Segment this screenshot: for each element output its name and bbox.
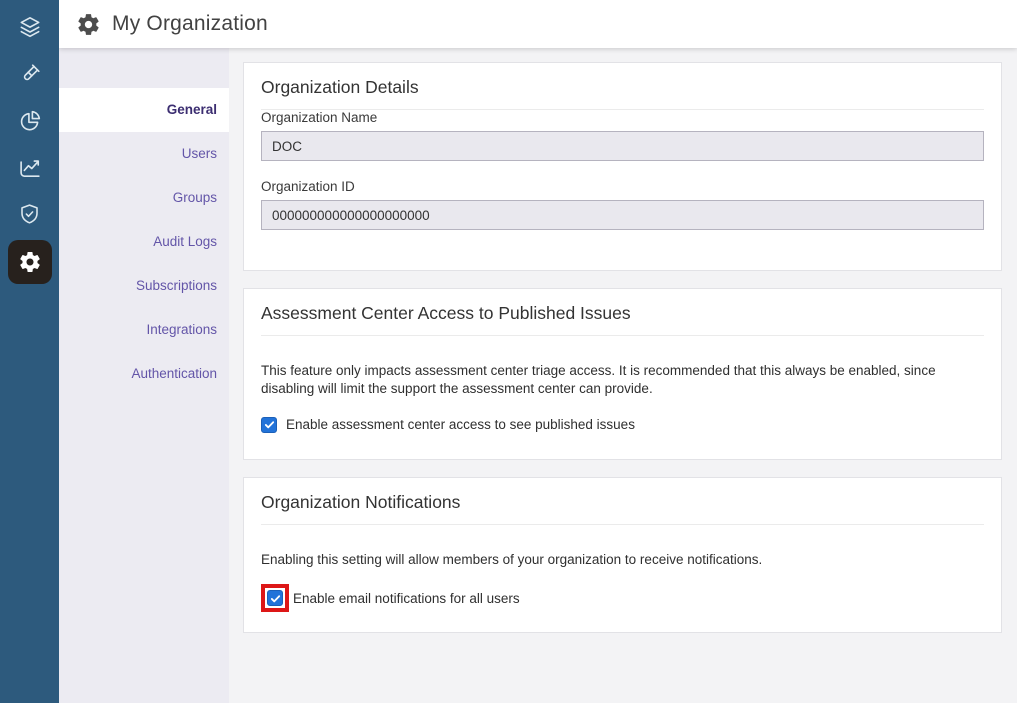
divider [261, 524, 984, 525]
assessment-access-description: This feature only impacts assessment cen… [261, 362, 984, 398]
card-assessment-access: Assessment Center Access to Published Is… [243, 288, 1002, 460]
assessment-access-checkbox-row: Enable assessment center access to see p… [261, 417, 984, 433]
rail-item-layers[interactable] [0, 3, 59, 50]
email-notifications-checkbox[interactable] [267, 590, 283, 606]
nav-item-groups[interactable]: Groups [59, 176, 229, 220]
organization-id-field: Organization ID [261, 179, 984, 230]
rail-item-shield[interactable] [0, 191, 59, 238]
page-title: My Organization [112, 12, 268, 36]
card-title: Assessment Center Access to Published Is… [261, 303, 984, 324]
main-content: Organization Details Organization Name O… [229, 48, 1017, 703]
settings-subnav: General Users Groups Audit Logs Subscrip… [59, 48, 229, 703]
line-chart-icon [17, 155, 43, 181]
nav-item-subscriptions[interactable]: Subscriptions [59, 264, 229, 308]
nav-item-users[interactable]: Users [59, 132, 229, 176]
assessment-access-checkbox-label: Enable assessment center access to see p… [286, 417, 635, 432]
nav-item-integrations[interactable]: Integrations [59, 308, 229, 352]
organization-name-input[interactable] [261, 131, 984, 161]
pie-chart-icon [17, 108, 43, 134]
nav-item-general[interactable]: General [59, 88, 229, 132]
nav-item-audit-logs[interactable]: Audit Logs [59, 220, 229, 264]
settings-icon [18, 250, 42, 274]
icon-rail [0, 0, 59, 703]
card-organization-notifications: Organization Notifications Enabling this… [243, 477, 1002, 634]
organization-id-input[interactable] [261, 200, 984, 230]
page-header: My Organization [59, 0, 1017, 48]
card-title: Organization Notifications [261, 492, 984, 513]
notifications-description: Enabling this setting will allow members… [261, 551, 984, 569]
organization-id-label: Organization ID [261, 179, 984, 194]
checkmark-icon [264, 419, 275, 430]
card-title: Organization Details [261, 77, 984, 98]
nav-item-authentication[interactable]: Authentication [59, 352, 229, 396]
organization-name-label: Organization Name [261, 110, 984, 125]
card-organization-details: Organization Details Organization Name O… [243, 62, 1002, 271]
rail-item-pie-chart[interactable] [0, 97, 59, 144]
rail-item-settings[interactable] [0, 238, 59, 285]
red-highlight-annotation [261, 584, 289, 612]
rail-active-indicator [8, 240, 52, 284]
divider [261, 335, 984, 336]
rail-item-test-tube[interactable] [0, 50, 59, 97]
rail-item-line-chart[interactable] [0, 144, 59, 191]
organization-name-field: Organization Name [261, 110, 984, 161]
email-notifications-checkbox-label: Enable email notifications for all users [293, 591, 520, 606]
settings-icon [76, 12, 101, 37]
test-tube-icon [17, 61, 43, 87]
checkmark-icon [270, 593, 281, 604]
layers-icon [17, 14, 43, 40]
shield-check-icon [17, 202, 42, 227]
assessment-access-checkbox[interactable] [261, 417, 277, 433]
email-notifications-checkbox-row: Enable email notifications for all users [261, 584, 984, 612]
